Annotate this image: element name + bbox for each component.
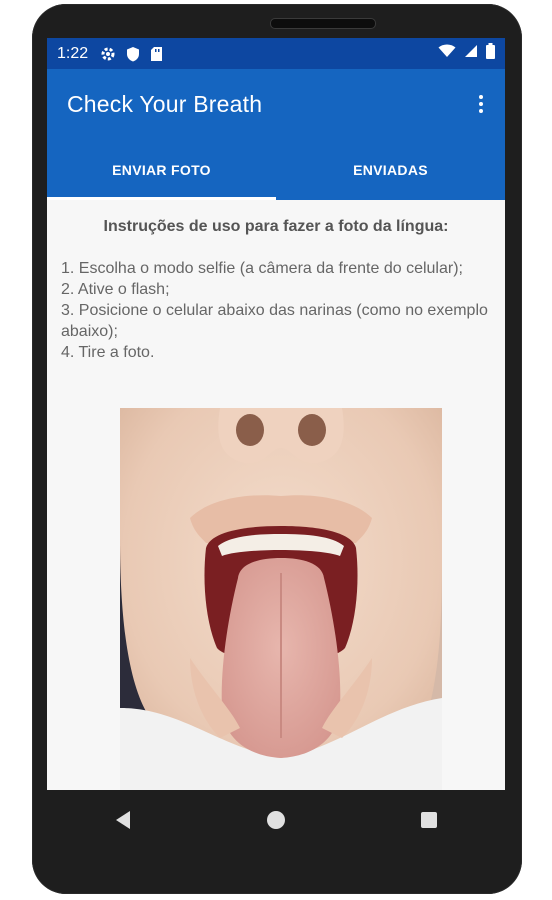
recents-icon[interactable]: [409, 800, 449, 840]
gear-icon: [100, 46, 116, 62]
step-2: 2. Ative o flash;: [61, 281, 170, 298]
instructions-heading: Instruções de uso para fazer a foto da l…: [103, 218, 449, 235]
app-title: Check Your Breath: [67, 90, 263, 117]
more-vert-icon[interactable]: [477, 89, 485, 119]
home-icon[interactable]: [256, 800, 296, 840]
status-time: 1:22: [57, 44, 89, 62]
tab-label: ENVIADAS: [353, 161, 428, 178]
tab-bar: ENVIAR FOTO ENVIADAS: [47, 139, 505, 200]
tongue-example-photo: [120, 408, 442, 790]
instructions-section: Instruções de uso para fazer a foto da l…: [47, 218, 505, 363]
app-screen: 1:22 Check Your Breath ENVIAR FOTO ENVIA…: [47, 38, 505, 790]
tab-label: ENVIAR FOTO: [112, 161, 211, 178]
phone-speaker: [270, 18, 376, 29]
back-icon[interactable]: [103, 800, 143, 840]
sd-card-icon: [150, 46, 163, 62]
app-bar: Check Your Breath: [47, 69, 505, 139]
instructions-steps: 1. Escolha o modo selfie (a câmera da fr…: [61, 258, 491, 363]
shield-icon: [126, 46, 140, 62]
step-4: 4. Tire a foto.: [61, 344, 155, 361]
signal-icon: [464, 44, 478, 63]
step-1: 1. Escolha o modo selfie (a câmera da fr…: [61, 260, 463, 277]
battery-icon: [486, 43, 495, 64]
tab-enviadas[interactable]: ENVIADAS: [276, 139, 505, 200]
status-bar: 1:22: [47, 38, 505, 69]
wifi-icon: [438, 44, 456, 63]
navigation-bar: [47, 790, 505, 850]
step-3: 3. Posicione o celular abaixo das narina…: [61, 302, 488, 340]
tab-enviar-foto[interactable]: ENVIAR FOTO: [47, 139, 276, 200]
